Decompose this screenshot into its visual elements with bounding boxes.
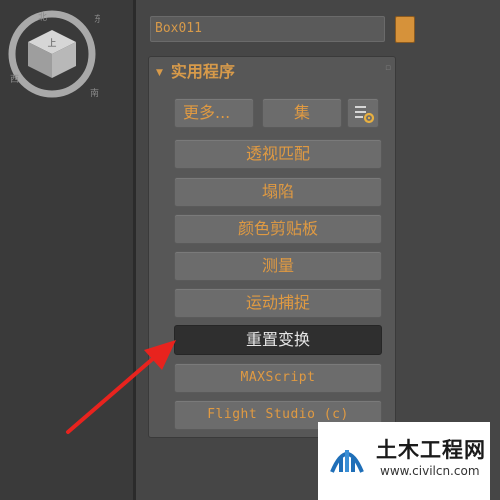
- collapse-button[interactable]: 塌陷: [174, 177, 382, 207]
- collapse-triangle-icon[interactable]: ▼: [156, 68, 163, 78]
- configure-list-icon: [355, 106, 375, 124]
- color-clipboard-button[interactable]: 颜色剪贴板: [174, 214, 382, 244]
- compass-north: 北: [38, 12, 47, 23]
- rollout-title: 实用程序: [170, 62, 235, 81]
- compass-east: 东: [94, 13, 100, 25]
- compass-west: 西: [10, 74, 19, 85]
- object-color-swatch[interactable]: [395, 16, 415, 43]
- viewcube[interactable]: 上 东 南 西 北: [4, 8, 100, 104]
- civilcn-logo-icon: [330, 450, 364, 473]
- more-button[interactable]: 更多...: [174, 98, 254, 128]
- annotation-arrow: [66, 340, 176, 434]
- perspective-match-button[interactable]: 透视匹配: [174, 139, 382, 169]
- rollout-header[interactable]: ▼ 实用程序: [156, 60, 391, 84]
- configure-button-sets-button[interactable]: [347, 98, 379, 128]
- watermark-url: www.civilcn.com: [380, 464, 480, 478]
- sets-button[interactable]: 集: [262, 98, 342, 128]
- object-name-field[interactable]: Box011: [150, 16, 385, 42]
- maxscript-button[interactable]: MAXScript: [174, 363, 382, 393]
- compass-south: 南: [90, 87, 99, 99]
- watermark-title: 土木工程网: [376, 438, 486, 462]
- motion-capture-button[interactable]: 运动捕捉: [174, 288, 382, 318]
- measure-button[interactable]: 测量: [174, 251, 382, 281]
- reset-xform-button[interactable]: 重置变换: [174, 325, 382, 355]
- viewcube-top-label: 上: [47, 38, 56, 49]
- watermark: 土木工程网 www.civilcn.com: [318, 422, 490, 500]
- rollout-pin-icon[interactable]: ▫: [385, 64, 394, 73]
